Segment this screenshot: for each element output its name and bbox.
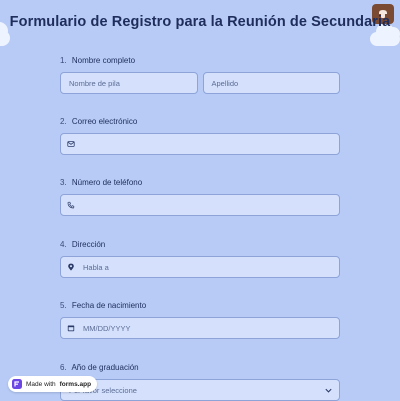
question-number: 1.: [60, 56, 67, 65]
cloud-decoration-right: [370, 23, 400, 46]
phone-icon: [67, 200, 77, 210]
phone-input[interactable]: [60, 194, 340, 216]
birthdate-placeholder: MM/DD/YYYY: [83, 323, 131, 333]
mail-icon: [67, 139, 77, 149]
cloud-decoration-left: [0, 22, 10, 46]
chevron-down-icon: [324, 386, 333, 395]
question-number: 2.: [60, 117, 67, 126]
question-number: 4.: [60, 240, 67, 249]
question-label: Nombre completo: [71, 56, 136, 65]
address-placeholder: Habla a: [83, 262, 109, 272]
question-number: 6.: [60, 363, 67, 372]
question-email: 2. Correo electrónico: [60, 117, 340, 155]
question-number: 5.: [60, 301, 67, 310]
last-name-placeholder: Apellido: [211, 78, 239, 88]
question-address: 4. Dirección Habla a: [60, 240, 340, 278]
location-pin-icon: [67, 262, 77, 272]
first-name-input[interactable]: Nombre de pila: [60, 72, 198, 94]
question-label: Correo electrónico: [71, 117, 138, 126]
question-label: Número de teléfono: [71, 178, 143, 187]
graduation-year-select[interactable]: Por favor seleccione: [60, 379, 340, 401]
first-name-placeholder: Nombre de pila: [69, 78, 120, 88]
question-number: 3.: [60, 178, 67, 187]
question-full-name: 1. Nombre completo Nombre de pila Apelli…: [60, 56, 340, 94]
birthdate-input[interactable]: MM/DD/YYYY: [60, 317, 340, 339]
question-label: Dirección: [71, 240, 106, 249]
question-graduation-year: 6. Año de graduación Por favor seleccion…: [60, 363, 340, 401]
made-with-text: Made with: [26, 380, 56, 388]
calendar-icon: [67, 323, 77, 333]
form-title: Formulario de Registro para la Reunión d…: [9, 14, 391, 30]
email-input[interactable]: [60, 133, 340, 155]
question-label: Año de graduación: [71, 363, 139, 372]
address-input[interactable]: Habla a: [60, 256, 340, 278]
brand-name: forms.app: [59, 380, 92, 388]
question-birthdate: 5. Fecha de nacimiento MM/DD/YYYY: [60, 301, 340, 339]
question-phone: 3. Número de teléfono: [60, 178, 340, 216]
question-label: Fecha de nacimiento: [71, 301, 147, 310]
made-with-badge[interactable]: Made with forms.app: [8, 376, 98, 392]
last-name-input[interactable]: Apellido: [202, 72, 340, 94]
forms-app-logo-icon: [12, 379, 22, 389]
